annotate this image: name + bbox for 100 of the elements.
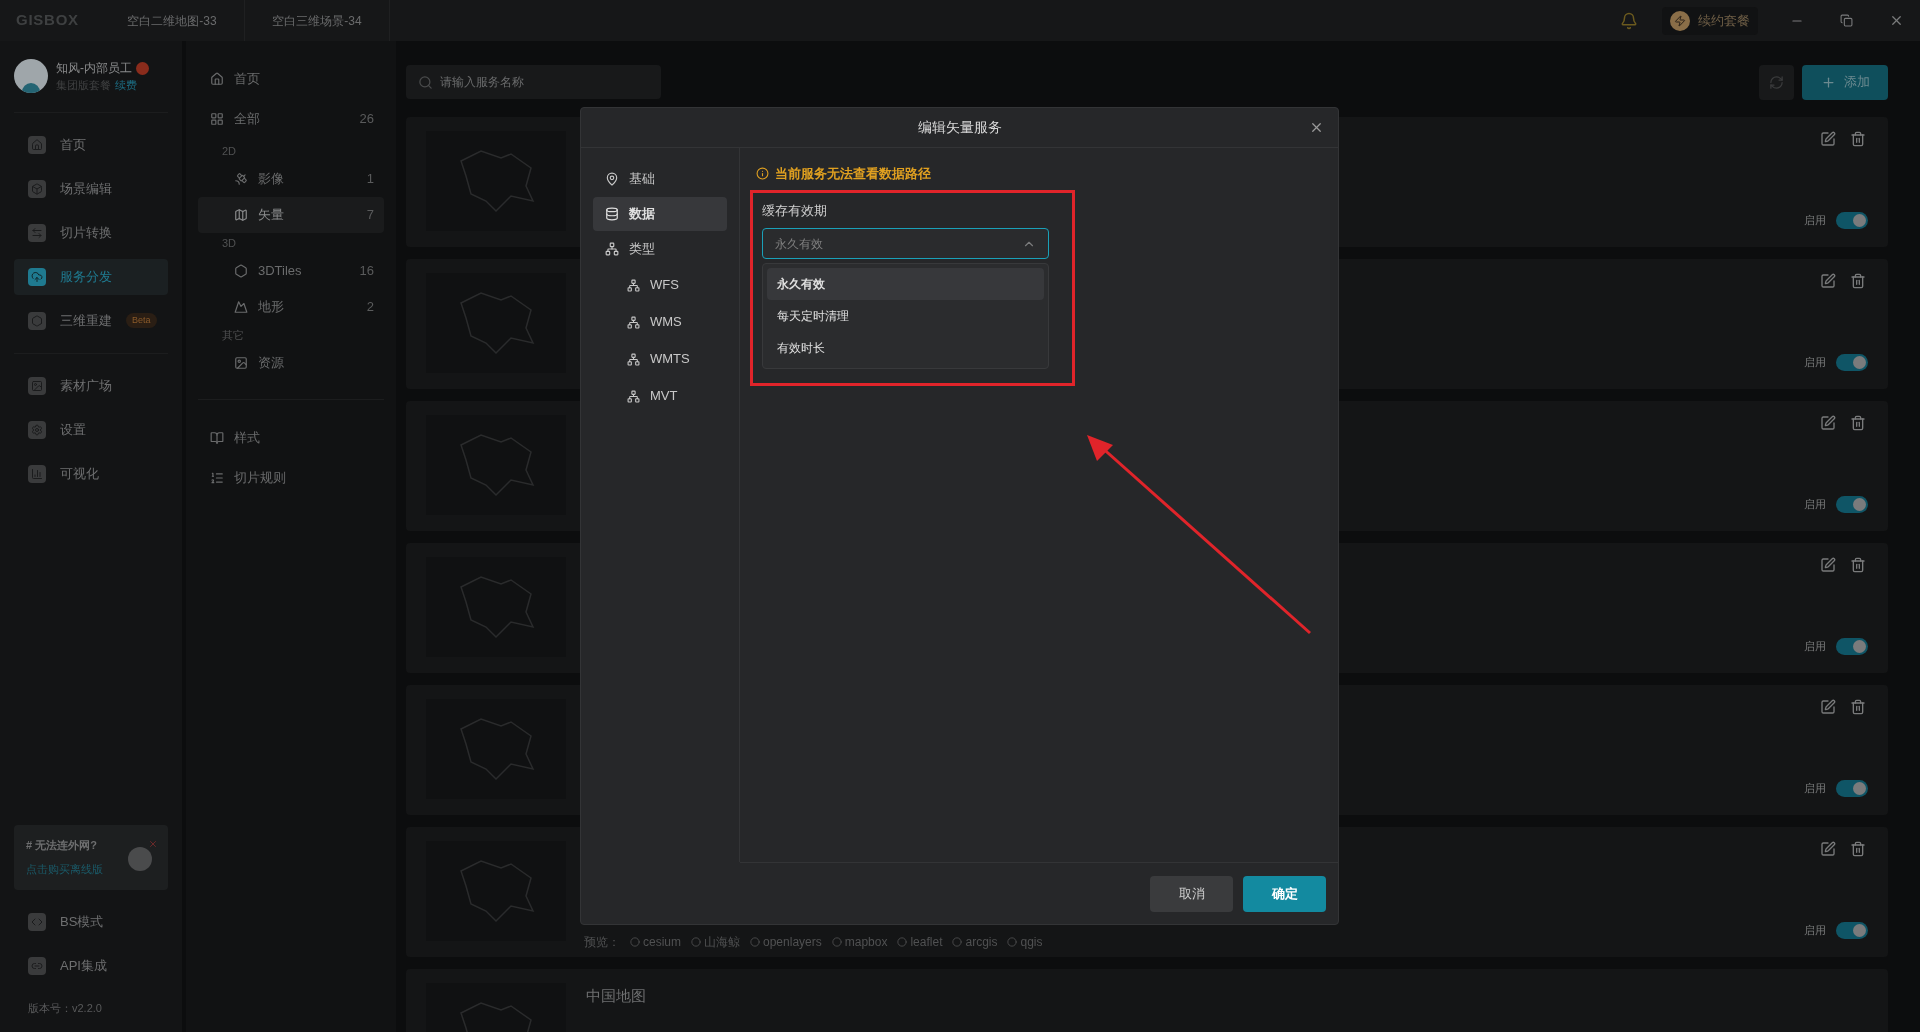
map-icon xyxy=(234,208,248,222)
house-icon xyxy=(210,72,224,86)
category-item[interactable]: 矢量 7 xyxy=(198,197,384,233)
hierarchy-icon xyxy=(627,389,640,403)
category-item[interactable]: 资源 xyxy=(198,345,384,381)
add-button[interactable]: 添加 xyxy=(1802,64,1888,100)
renew-link[interactable]: 续费 xyxy=(115,77,137,94)
mountain-icon xyxy=(234,300,248,314)
toggle-label: 启用 xyxy=(1804,639,1826,655)
promo-title: # 无法连外网? xyxy=(26,837,97,853)
grid-icon xyxy=(210,112,224,126)
buy-offline-link[interactable]: 点击购买离线版 xyxy=(26,861,156,878)
toggle-label: 启用 xyxy=(1804,355,1826,371)
delete-icon[interactable] xyxy=(1850,273,1866,289)
upload-icon xyxy=(31,270,43,283)
close-icon[interactable] xyxy=(1889,13,1904,28)
close-icon[interactable] xyxy=(1309,120,1324,135)
edit-icon[interactable] xyxy=(1820,273,1836,289)
enable-toggle[interactable] xyxy=(1836,496,1868,513)
edit-icon[interactable] xyxy=(1820,415,1836,431)
delete-icon[interactable] xyxy=(1850,131,1866,147)
hierarchy-icon xyxy=(627,352,640,366)
engine-icon xyxy=(831,937,842,947)
nav-item[interactable]: 素材广场 xyxy=(14,367,168,404)
cancel-button[interactable]: 取消 xyxy=(1150,875,1233,912)
settings-icon xyxy=(31,423,43,436)
dialog-title: 编辑矢量服务 xyxy=(917,118,1002,137)
search-field[interactable]: 请输入服务名称 xyxy=(406,65,661,99)
dialog-nav-subitem[interactable]: WFS xyxy=(593,267,727,303)
category-heading: 2D xyxy=(221,143,238,159)
chart-icon xyxy=(31,467,43,480)
nav-item[interactable]: BS模式 xyxy=(14,903,168,940)
delete-icon[interactable] xyxy=(1850,557,1866,573)
nav-item[interactable]: API集成 xyxy=(14,947,168,984)
nav-item[interactable]: 服务分发 xyxy=(14,258,168,295)
engine-link[interactable]: openlayers xyxy=(750,933,822,951)
engine-link[interactable]: mapbox xyxy=(831,933,888,951)
category-item[interactable]: 地形 2 xyxy=(198,289,384,325)
engine-link[interactable]: leaflet xyxy=(897,933,943,951)
enable-toggle[interactable] xyxy=(1836,638,1868,655)
warning-message: 当前服务无法查看数据路径 xyxy=(775,165,931,183)
edit-icon[interactable] xyxy=(1820,557,1836,573)
enable-toggle[interactable] xyxy=(1836,212,1868,229)
cache-select[interactable]: 永久有效 xyxy=(762,228,1049,259)
hierarchy-icon xyxy=(627,278,640,292)
nav-item[interactable]: 可视化 xyxy=(14,455,168,492)
dialog-nav-subitem[interactable]: MVT xyxy=(593,378,727,414)
category-item[interactable]: 切片规则 xyxy=(198,458,384,498)
dialog-nav-subitem[interactable]: WMS xyxy=(593,304,727,340)
enable-toggle[interactable] xyxy=(1836,922,1868,939)
delete-icon[interactable] xyxy=(1850,841,1866,857)
nav-item[interactable]: 首页 xyxy=(14,126,168,163)
engine-icon xyxy=(750,937,760,947)
image-icon xyxy=(31,379,43,392)
restore-icon[interactable] xyxy=(1840,14,1853,27)
beta-badge: Beta xyxy=(126,312,157,329)
dialog-nav-item[interactable]: 基础 xyxy=(593,162,727,196)
engine-link[interactable]: cesium xyxy=(630,933,681,951)
avatar xyxy=(14,59,48,94)
dialog-nav-item[interactable]: 类型 xyxy=(593,232,727,266)
dialog-nav-subitem[interactable]: WMTS xyxy=(593,341,727,377)
nav-item[interactable]: 场景编辑 xyxy=(14,170,168,207)
plus-icon xyxy=(1820,74,1836,90)
nav-item[interactable]: 三维重建 Beta xyxy=(14,302,168,339)
category-item[interactable]: 全部 26 xyxy=(198,101,384,137)
warning-icon xyxy=(756,167,769,181)
enable-toggle[interactable] xyxy=(1836,354,1868,371)
renew-plan-button[interactable]: 续约套餐 xyxy=(1662,6,1758,35)
delete-icon[interactable] xyxy=(1850,415,1866,431)
engine-icon xyxy=(630,937,640,947)
category-item[interactable]: 样式 xyxy=(198,418,384,458)
dropdown-option[interactable]: 每天定时清理 xyxy=(767,300,1044,332)
dialog-nav-item[interactable]: 数据 xyxy=(593,197,727,231)
category-item[interactable]: 影像 1 xyxy=(198,161,384,197)
edit-icon[interactable] xyxy=(1820,131,1836,147)
engine-link[interactable]: qgis xyxy=(1007,933,1043,951)
dropdown-option[interactable]: 有效时长 xyxy=(767,332,1044,364)
ok-button[interactable]: 确定 xyxy=(1243,875,1326,912)
badge-icon xyxy=(136,61,149,75)
cube-icon xyxy=(31,182,43,195)
edit-icon[interactable] xyxy=(1820,699,1836,715)
category-item[interactable]: 3DTiles 16 xyxy=(198,253,384,289)
search-icon xyxy=(418,75,433,90)
dropdown-option[interactable]: 永久有效 xyxy=(767,268,1044,300)
hierarchy-icon xyxy=(627,315,640,329)
category-item[interactable]: 首页 xyxy=(198,61,384,97)
nav-item[interactable]: 切片转换 xyxy=(14,214,168,251)
delete-icon[interactable] xyxy=(1850,699,1866,715)
toggle-label: 启用 xyxy=(1804,497,1826,513)
engine-icon xyxy=(691,937,701,947)
engine-link[interactable]: arcgis xyxy=(952,933,998,951)
satellite-icon xyxy=(234,172,248,186)
count: 26 xyxy=(359,110,374,129)
enable-toggle[interactable] xyxy=(1836,780,1868,797)
bell-icon[interactable] xyxy=(1620,11,1638,30)
hexagon-icon xyxy=(234,264,248,278)
edit-icon[interactable] xyxy=(1820,841,1836,857)
nav-item[interactable]: 设置 xyxy=(14,411,168,448)
engine-icon xyxy=(897,937,908,947)
user-name: 知风-内部员工 xyxy=(56,60,132,77)
